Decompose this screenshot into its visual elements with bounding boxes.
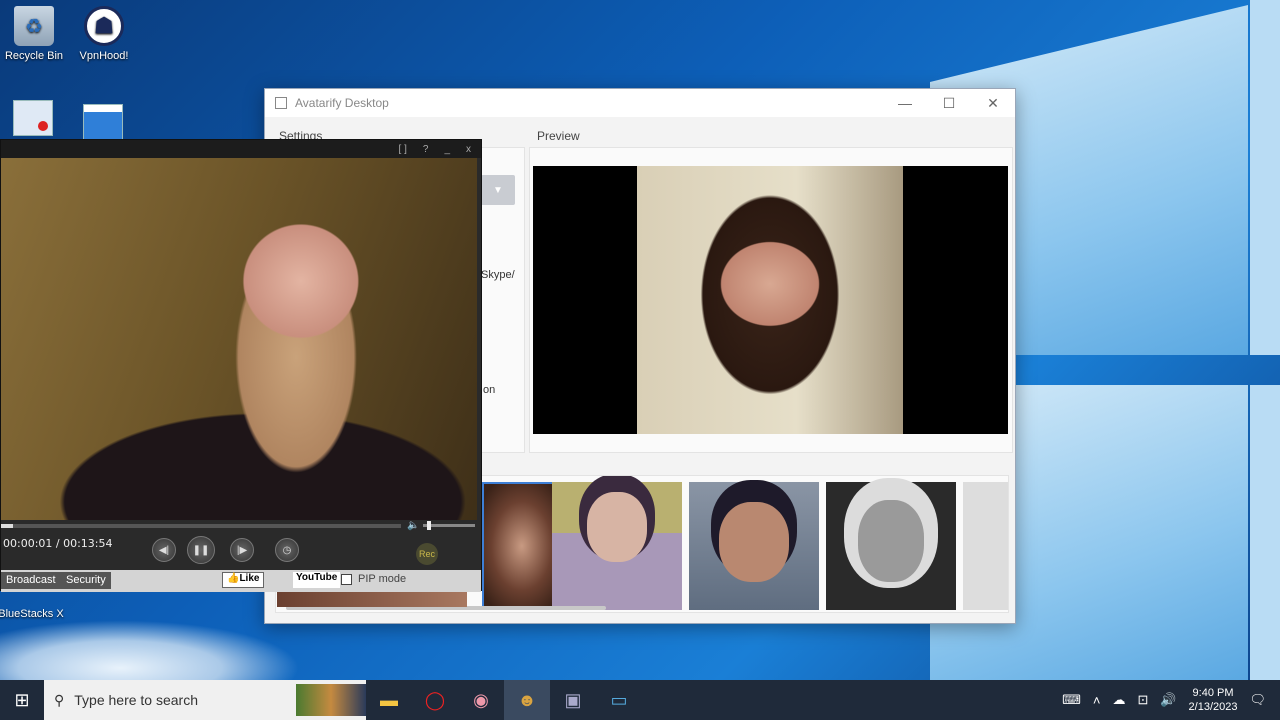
chrome-icon: ◉ xyxy=(473,689,489,710)
taskbar-opera[interactable]: ◯ xyxy=(412,680,458,720)
previous-button[interactable]: ◀| xyxy=(152,538,176,562)
previous-icon: ◀| xyxy=(158,544,170,556)
youtube-button[interactable]: YouTube xyxy=(293,572,341,588)
minimize-icon[interactable]: _ xyxy=(444,144,450,155)
settings-text-skype: Skype/ xyxy=(481,269,515,281)
window-titlebar[interactable]: Avatarify Desktop — ☐ ✕ xyxy=(265,89,1015,117)
avatarify-icon: ☻ xyxy=(517,689,537,710)
clock[interactable]: 9:40 PM 2/13/2023 xyxy=(1189,686,1238,714)
taskbar-search[interactable]: ⚲ Type here to search xyxy=(44,680,366,720)
notification-icon[interactable]: 🗨 xyxy=(1249,692,1266,708)
playback-time: 00:00:01 / 00:13:54 xyxy=(3,537,113,550)
fullscreen-icon[interactable]: [ ] xyxy=(399,144,407,155)
webcam-video xyxy=(1,158,477,520)
like-label: Like xyxy=(239,573,260,584)
media-player-window: [ ] ? _ x 🔈 00:00:01 / 00:13:54 ◀| ❚❚ |▶… xyxy=(0,139,482,592)
minimize-icon[interactable]: — xyxy=(883,95,927,112)
taskbar-chrome[interactable]: ◉ xyxy=(458,680,504,720)
desktop-wallpaper-pane xyxy=(1250,0,1280,355)
volume-icon[interactable]: 🔊 xyxy=(1160,692,1176,708)
tab-broadcast[interactable]: Broadcast xyxy=(1,572,61,589)
taskbar-avatarify[interactable]: ☻ xyxy=(504,680,550,720)
chevron-up-icon[interactable]: ˄ xyxy=(1093,693,1101,708)
taskbar-app[interactable]: ▭ xyxy=(596,680,642,720)
clock-date: 2/13/2023 xyxy=(1188,701,1238,713)
desktop-icon-app[interactable] xyxy=(83,104,123,140)
player-bottom-bar: Broadcast Security 👍Like YouTube PIP mod… xyxy=(1,570,481,592)
next-button[interactable]: |▶ xyxy=(230,538,254,562)
tab-security[interactable]: Security xyxy=(61,572,111,589)
avatar-thumb[interactable] xyxy=(552,482,682,610)
pip-label: PIP mode xyxy=(358,573,407,585)
app-icon xyxy=(275,97,287,109)
taskbar: ⊞ ⚲ Type here to search ▬ ◯ ◉ ☻ ▣ ▭ ⌨ ˄ … xyxy=(0,680,1280,720)
snapshot-button[interactable]: ◷ xyxy=(275,538,299,562)
pip-checkbox[interactable] xyxy=(341,573,352,585)
settings-text-on: on xyxy=(483,384,496,396)
preview-video xyxy=(533,166,1008,434)
pip-mode-toggle[interactable]: PIP mode xyxy=(341,573,406,585)
desktop-wallpaper-pane xyxy=(1250,385,1280,680)
cloud-icon[interactable]: ☁ xyxy=(1112,692,1125,708)
volume-slider[interactable] xyxy=(423,521,475,530)
bluestacks-icon xyxy=(11,590,51,604)
help-icon[interactable]: ? xyxy=(423,144,429,155)
start-button[interactable]: ⊞ xyxy=(0,680,44,720)
pause-icon: ❚❚ xyxy=(192,544,210,556)
desktop-icon-label: Recycle Bin xyxy=(4,50,64,62)
window-icon: ▭ xyxy=(610,689,628,710)
avatar-thumb[interactable] xyxy=(963,482,1008,610)
avatar-thumb[interactable] xyxy=(826,482,956,610)
desktop-wallpaper-snow xyxy=(0,620,300,680)
desktop-icon-label: BlueStacks X xyxy=(0,608,64,620)
keyboard-icon[interactable]: ⌨ xyxy=(1062,692,1081,708)
window-title: Avatarify Desktop xyxy=(295,96,389,110)
vpnhood-icon: ☗ xyxy=(84,6,124,46)
taskbar-app[interactable]: ▣ xyxy=(550,680,596,720)
close-icon[interactable]: x xyxy=(466,144,471,155)
camera-dropdown[interactable]: ▼ xyxy=(481,175,515,205)
folder-icon: ▬ xyxy=(380,689,398,710)
seek-progress xyxy=(1,524,13,528)
pause-button[interactable]: ❚❚ xyxy=(187,536,215,564)
clock-time: 9:40 PM xyxy=(1192,687,1234,699)
volume-icon[interactable]: 🔈 xyxy=(407,520,419,531)
opera-icon: ◯ xyxy=(424,689,446,710)
record-button[interactable]: Rec xyxy=(416,543,438,565)
desktop-icon-bluestacks[interactable]: BlueStacks X xyxy=(0,590,70,620)
network-icon[interactable]: ⊡ xyxy=(1137,692,1148,708)
app-icon: ▣ xyxy=(564,689,582,710)
close-icon[interactable]: ✕ xyxy=(971,95,1015,112)
preview-label: Preview xyxy=(537,129,580,143)
windows-icon: ⊞ xyxy=(14,689,30,710)
search-placeholder: Type here to search xyxy=(74,692,199,708)
desktop-icon-label: VpnHood! xyxy=(79,50,129,62)
system-tray: ⌨ ˄ ☁ ⊡ 🔊 9:40 PM 2/13/2023 🗨 xyxy=(1062,686,1280,714)
desktop-icon-recycle-bin[interactable]: ♻ Recycle Bin xyxy=(0,6,73,62)
desktop-icon-vpnhood[interactable]: ☗ VpnHood! xyxy=(65,6,143,62)
desktop-icon-screen-recorder[interactable] xyxy=(13,100,53,136)
record-label: Rec xyxy=(418,549,435,559)
like-button[interactable]: 👍Like xyxy=(222,572,265,588)
seek-bar[interactable] xyxy=(1,524,401,528)
recycle-bin-icon: ♻ xyxy=(14,6,54,46)
search-icon: ⚲ xyxy=(54,691,65,708)
next-icon: |▶ xyxy=(236,544,248,556)
maximize-icon[interactable]: ☐ xyxy=(927,95,971,112)
timer-icon: ◷ xyxy=(282,544,292,556)
search-highlight-art xyxy=(296,684,366,716)
chevron-down-icon: ▼ xyxy=(493,184,503,196)
avatar-preview-face xyxy=(637,166,903,434)
taskbar-file-explorer[interactable]: ▬ xyxy=(366,680,412,720)
player-titlebar[interactable]: [ ] ? _ x xyxy=(1,140,481,158)
avatar-thumb[interactable] xyxy=(689,482,819,610)
